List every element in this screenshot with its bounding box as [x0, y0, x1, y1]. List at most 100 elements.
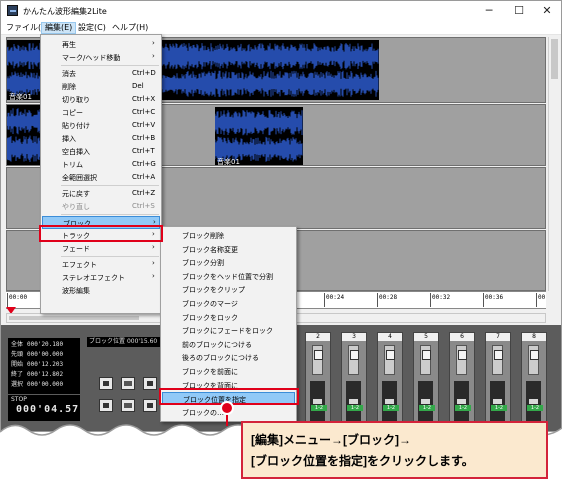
edit-menu-item[interactable]: 削除 Del — [42, 80, 160, 93]
menu-item-label: 全範囲選択 — [62, 174, 97, 182]
edit-menu-item[interactable]: トリム Ctrl+G — [42, 158, 160, 171]
block-menu-item[interactable]: ブロックをクリップ — [162, 283, 295, 296]
channel-number: 8 — [522, 333, 546, 341]
menu-item-shortcut: Ctrl+T — [132, 147, 155, 155]
menu-item-label: 貼り付け — [62, 122, 90, 130]
edit-menu-item[interactable]: ステレオエフェクト › — [42, 271, 160, 284]
channel-number: 2 — [306, 333, 330, 341]
menu-settings[interactable]: 設定(C) — [75, 22, 109, 34]
menu-item-label: ブロックにフェードをロック — [182, 327, 273, 336]
block-menu-item[interactable]: ブロックにフェードをロック — [162, 324, 295, 337]
block-menu-item[interactable]: ブロック分割 — [162, 256, 295, 269]
block-position-label: ブロック位置 — [89, 338, 126, 345]
menu-item-shortcut: Ctrl+V — [132, 121, 156, 129]
edit-menu-item[interactable]: 全範囲選択 Ctrl+A — [42, 171, 160, 184]
pan-control[interactable] — [528, 345, 539, 375]
info-row: 終了 000'12.802 — [11, 370, 77, 380]
menu-bar: ファイル(F) 編集(E) 設定(C) ヘルプ(H) — [1, 21, 561, 35]
pan-control[interactable] — [420, 345, 431, 375]
menu-item-label: 前のブロックにつける — [182, 340, 252, 349]
block-menu-item[interactable]: 前のブロックにつける — [162, 338, 295, 351]
channel-number: 7 — [486, 333, 510, 341]
ruler-tick: 00:00 — [6, 293, 28, 307]
info-label: 終了 — [11, 371, 24, 378]
block-menu-item[interactable]: 後ろのブロックにつける — [162, 351, 295, 364]
pan-control[interactable] — [348, 345, 359, 375]
edit-menu-item[interactable]: 消去 Ctrl+D — [42, 67, 160, 80]
block-menu-item[interactable]: ブロックをヘッド位置で分割 — [162, 270, 295, 283]
highlight-frame — [39, 225, 163, 242]
app-icon — [7, 5, 18, 16]
menu-item-label: 削除 — [62, 83, 76, 91]
menu-item-label: エフェクト — [62, 261, 97, 269]
minimize-button[interactable]: ─ — [475, 3, 503, 19]
block-menu-item[interactable]: ブロックのマージ — [162, 297, 295, 310]
menu-item-label: 再生 — [62, 41, 76, 49]
maximize-button[interactable]: ☐ — [505, 3, 533, 19]
info-row: 先頭 000'00.000 — [11, 350, 77, 360]
pan-control[interactable] — [384, 345, 395, 375]
info-label: 選択 — [11, 381, 24, 388]
scroll-thumb[interactable] — [9, 316, 139, 320]
title-bar: かんたん波形編集2Lite ─ ☐ ✕ — [1, 1, 561, 21]
menu-separator — [61, 256, 159, 257]
info-label: 先頭 — [11, 351, 24, 358]
info-value: 000'12.203 — [27, 361, 64, 368]
edit-menu-item[interactable]: やり直し Ctrl+S — [42, 200, 160, 213]
ruler-tick: 00 — [535, 293, 546, 307]
menu-item-label: ブロック分割 — [182, 259, 224, 268]
edit-menu-item[interactable]: 切り取り Ctrl+X — [42, 93, 160, 106]
info-value: 000'12.802 — [27, 371, 64, 378]
edit-menu-item[interactable]: 再生 › — [42, 38, 160, 51]
block-menu-item[interactable]: ブロックを前面に — [162, 365, 295, 378]
callout-connector — [226, 418, 228, 426]
menu-item-label: ブロックをクリップ — [182, 286, 245, 295]
edit-menu-item[interactable]: 波形編集 — [42, 284, 160, 297]
channel-number: 6 — [450, 333, 474, 341]
vertical-scrollbar[interactable] — [548, 37, 559, 291]
chevron-right-icon: › — [152, 52, 155, 60]
info-row: 開始 000'12.203 — [11, 360, 77, 370]
edit-menu-item[interactable]: 貼り付け Ctrl+V — [42, 119, 160, 132]
pan-control[interactable] — [312, 345, 323, 375]
block-menu-item[interactable]: ブロックをロック — [162, 311, 295, 324]
menu-item-label: ブロックをヘッド位置で分割 — [182, 272, 273, 281]
edit-menu-item[interactable]: 挿入 Ctrl+B — [42, 132, 160, 145]
menu-item-label: マーク/ヘッド移動 — [62, 54, 121, 62]
menu-edit[interactable]: 編集(E) — [41, 22, 77, 34]
menu-item-label: ステレオエフェクト — [62, 274, 125, 282]
stop-button[interactable] — [143, 377, 157, 390]
info-value: 000'00.000 — [27, 381, 64, 388]
edit-menu-item[interactable]: コピー Ctrl+C — [42, 106, 160, 119]
ruler-tick: 00:28 — [376, 293, 398, 307]
menu-item-label: 空白挿入 — [62, 148, 90, 156]
menu-item-shortcut: Ctrl+Z — [132, 189, 156, 197]
edit-menu-item[interactable]: 空白挿入 Ctrl+T — [42, 145, 160, 158]
edit-menu-item[interactable]: マーク/ヘッド移動 › — [42, 51, 160, 64]
block-menu-item[interactable]: ブロック名称変更 — [162, 243, 295, 256]
chevron-right-icon: › — [152, 259, 155, 267]
info-label: 全体 — [11, 341, 24, 348]
rewind-button[interactable] — [99, 377, 113, 390]
menu-item-label: ブロック削除 — [182, 232, 224, 240]
instruction-callout: [編集]メニュー→[ブロック]→ [ブロック位置を指定]をクリックします。 — [241, 421, 548, 479]
pan-control[interactable] — [456, 345, 467, 375]
pan-control[interactable] — [492, 345, 503, 375]
block-menu-item[interactable]: ブロック削除 — [162, 229, 295, 242]
block-position-value: 000'15.60 — [126, 338, 158, 345]
close-button[interactable]: ✕ — [533, 3, 561, 19]
scroll-thumb[interactable] — [551, 39, 558, 79]
chevron-right-icon: › — [152, 243, 155, 251]
info-display: 全体 000'20.180 先頭 000'00.000 開始 000'12.203 終… — [8, 338, 80, 394]
info-label: 開始 — [11, 361, 24, 368]
play-button[interactable] — [121, 377, 135, 390]
chevron-right-icon: › — [152, 272, 155, 280]
edit-menu-item[interactable]: 元に戻す Ctrl+Z — [42, 187, 160, 200]
callout-line-1: [編集]メニュー→[ブロック]→ — [251, 433, 411, 447]
info-value: 000'00.000 — [27, 351, 64, 358]
menu-separator — [61, 65, 159, 66]
edit-menu-item[interactable]: エフェクト › — [42, 258, 160, 271]
menu-help[interactable]: ヘルプ(H) — [109, 22, 151, 34]
menu-item-shortcut: Ctrl+D — [132, 69, 156, 77]
edit-menu-item[interactable]: フェード › — [42, 242, 160, 255]
